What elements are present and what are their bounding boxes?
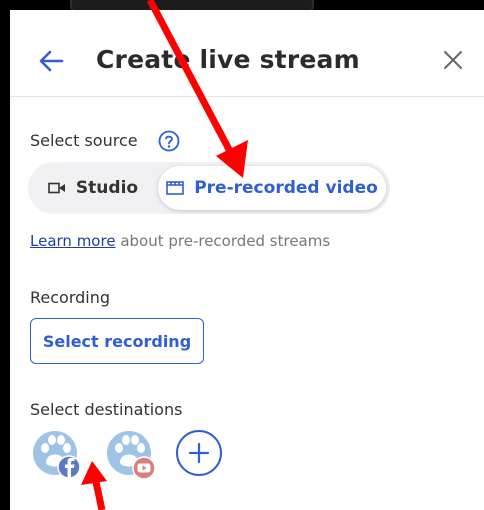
pre-recorded-option[interactable]: Pre-recorded video: [158, 166, 386, 210]
source-segmented-control: Studio Pre-recorded video: [28, 162, 390, 214]
learn-more-description: about pre-recorded streams: [115, 232, 331, 250]
select-destinations-label: Select destinations: [30, 400, 183, 419]
recording-label: Recording: [30, 288, 111, 307]
film-icon: [166, 181, 185, 195]
learn-more-row: Learn more about pre-recorded streams: [30, 232, 330, 250]
pre-recorded-option-label: Pre-recorded video: [194, 178, 378, 198]
youtube-destination[interactable]: [106, 430, 156, 480]
studio-option[interactable]: Studio: [28, 162, 158, 214]
facebook-destination[interactable]: [32, 430, 82, 480]
select-recording-button[interactable]: Select recording: [30, 318, 204, 364]
youtube-icon: [132, 456, 156, 480]
page-title: Create live stream: [96, 45, 360, 74]
select-source-label: Select source: [30, 131, 138, 150]
learn-more-link[interactable]: Learn more: [30, 232, 116, 250]
back-arrow-icon[interactable]: [38, 48, 64, 74]
panel-header: Create live stream: [10, 10, 484, 97]
video-camera-icon: [48, 182, 65, 194]
help-icon[interactable]: [158, 130, 180, 152]
facebook-icon: [57, 455, 81, 479]
add-destination-button[interactable]: [176, 430, 222, 476]
plus-icon: [188, 442, 210, 464]
close-icon[interactable]: [442, 49, 464, 71]
studio-option-label: Studio: [75, 178, 139, 198]
create-live-stream-panel: Create live stream Select source Studio …: [10, 10, 484, 510]
